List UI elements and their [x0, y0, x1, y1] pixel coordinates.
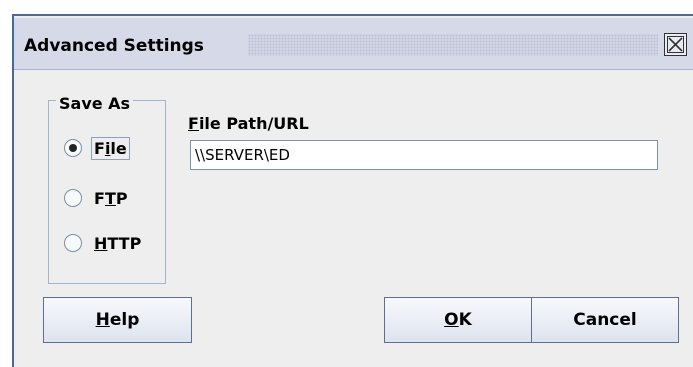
file-path-input[interactable]	[190, 140, 658, 170]
dialog-title: Advanced Settings	[24, 36, 204, 56]
radio-file-label[interactable]: File	[91, 136, 130, 160]
radio-ftp[interactable]: FTP	[64, 187, 131, 209]
radio-circle[interactable]	[64, 234, 82, 252]
radio-http-label[interactable]: HTTP	[91, 232, 144, 255]
advanced-settings-dialog: Advanced Settings Save As File FTP HTTP …	[12, 14, 693, 367]
title-bar-grip	[248, 34, 658, 56]
file-path-label: File Path/URL	[188, 114, 309, 133]
save-as-legend: Save As	[56, 94, 134, 113]
close-icon	[667, 36, 684, 53]
title-bar[interactable]: Advanced Settings	[14, 18, 693, 70]
help-button[interactable]: Help	[43, 297, 192, 343]
radio-circle[interactable]	[64, 189, 82, 207]
ok-button[interactable]: OK	[384, 297, 532, 343]
cancel-button[interactable]: Cancel	[531, 297, 679, 343]
radio-circle[interactable]	[64, 139, 82, 157]
close-button[interactable]	[664, 33, 687, 56]
radio-ftp-label[interactable]: FTP	[91, 187, 131, 210]
radio-file[interactable]: File	[64, 136, 130, 160]
radio-selected-dot	[69, 144, 77, 152]
radio-http[interactable]: HTTP	[64, 232, 144, 254]
